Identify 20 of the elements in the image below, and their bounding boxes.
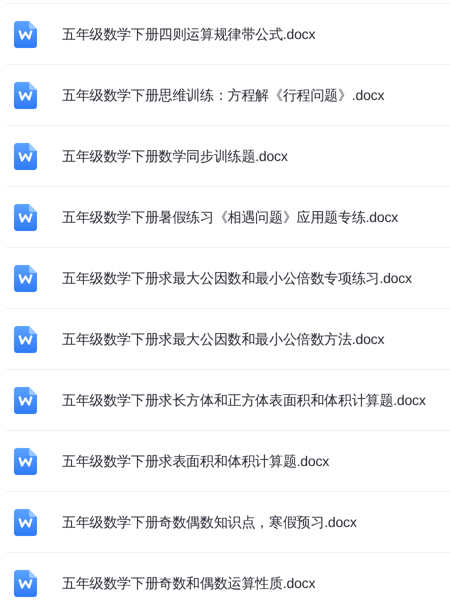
file-name[interactable]: 五年级数学下册四则运算规律带公式.docx: [62, 24, 316, 44]
word-document-icon: [14, 326, 37, 352]
file-name[interactable]: 五年级数学下册奇数偶数知识点，寒假预习.docx: [62, 512, 357, 532]
file-name[interactable]: 五年级数学下册求最大公因数和最小公倍数专项练习.docx: [62, 268, 412, 288]
word-document-icon: [14, 386, 37, 414]
file-name[interactable]: 五年级数学下册奇数和偶数运算性质.docx: [62, 572, 316, 594]
word-document-icon: [14, 204, 37, 230]
word-document-icon: [14, 570, 37, 596]
word-document-icon: [14, 448, 37, 474]
word-document-icon: [14, 142, 37, 170]
word-document-icon: [14, 264, 37, 292]
file-name[interactable]: 五年级数学下册暑假练习《相遇问题》应用题专练.docx: [62, 206, 398, 228]
file-name[interactable]: 五年级数学下册求最大公因数和最小公倍数方法.docx: [62, 328, 384, 350]
word-document-icon: [14, 20, 37, 48]
word-document-icon: [14, 82, 37, 108]
file-name[interactable]: 五年级数学下册求长方体和正方体表面积和体积计算题.docx: [62, 390, 426, 410]
word-document-icon: [14, 508, 37, 536]
file-name[interactable]: 五年级数学下册求表面积和体积计算题.docx: [62, 450, 330, 472]
file-name[interactable]: 五年级数学下册数学同步训练题.docx: [62, 146, 288, 166]
file-name[interactable]: 五年级数学下册思维训练：方程解《行程问题》.docx: [62, 84, 384, 106]
